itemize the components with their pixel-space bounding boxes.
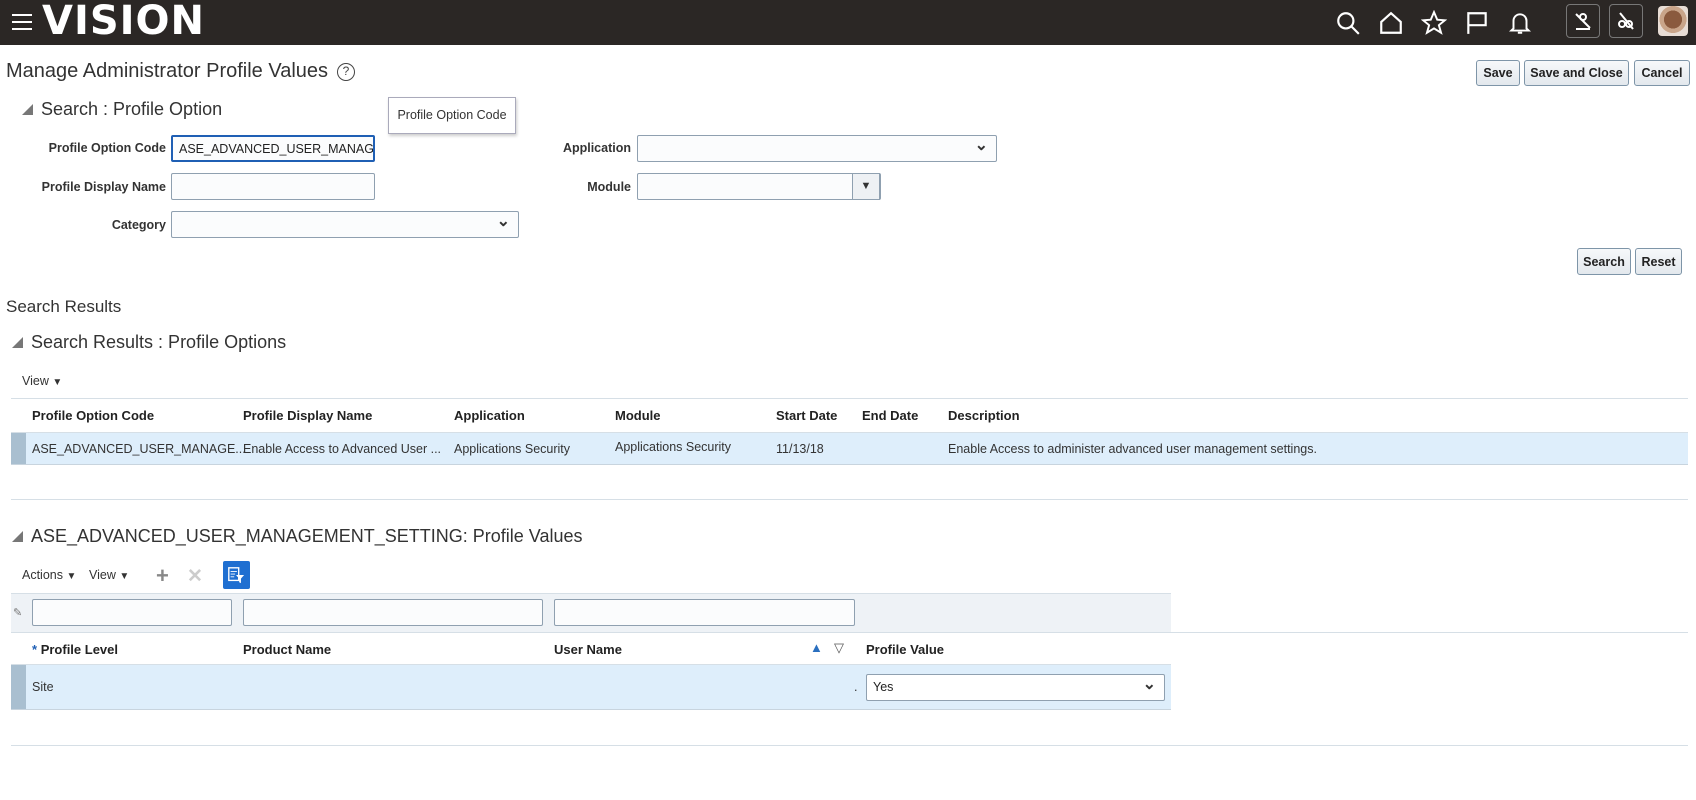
collapse-icon bbox=[12, 531, 23, 542]
module-label: Module bbox=[587, 180, 631, 194]
sort-ascending-icon[interactable]: ▲ bbox=[810, 640, 823, 655]
notifications-bell-icon[interactable] bbox=[1507, 10, 1533, 36]
col-product-name[interactable]: Product Name bbox=[243, 642, 331, 657]
row-selector[interactable] bbox=[11, 665, 26, 709]
search-button[interactable]: Search bbox=[1577, 248, 1631, 275]
top-bar: VISION bbox=[0, 0, 1696, 45]
divider bbox=[11, 499, 1688, 500]
cell-profile-level: Site bbox=[32, 680, 54, 694]
tooltip: Profile Option Code bbox=[388, 97, 516, 134]
table-row[interactable]: Site . Yes bbox=[11, 664, 1171, 710]
cell-start-date: 11/13/18 bbox=[776, 442, 824, 456]
sort-descending-icon[interactable]: ▽ bbox=[834, 640, 844, 656]
search-section-header[interactable]: Search : Profile Option bbox=[22, 99, 222, 120]
page-title: Manage Administrator Profile Values bbox=[6, 60, 329, 82]
required-mark: * bbox=[32, 642, 38, 657]
row-selector[interactable] bbox=[11, 433, 26, 464]
delete-icon[interactable]: ✕ bbox=[187, 565, 203, 588]
disconnect-button[interactable] bbox=[1609, 4, 1643, 38]
collapse-icon bbox=[12, 337, 23, 348]
save-and-close-button[interactable]: Save and Close bbox=[1524, 60, 1629, 86]
module-dropdown-icon[interactable]: ▼ bbox=[852, 173, 880, 200]
divider bbox=[11, 632, 1688, 633]
profile-level-filter[interactable] bbox=[32, 599, 232, 626]
menu-icon[interactable] bbox=[12, 14, 32, 30]
values-section-title: ASE_ADVANCED_USER_MANAGEMENT_SETTING: Pr… bbox=[31, 526, 583, 546]
watchlist-flag-icon[interactable] bbox=[1464, 10, 1490, 36]
col-profile-level[interactable]: * Profile Level bbox=[32, 642, 118, 657]
results-section-header[interactable]: Search Results : Profile Options bbox=[12, 332, 286, 353]
help-icon[interactable]: ? bbox=[337, 63, 355, 81]
profile-value: Yes bbox=[873, 680, 894, 694]
col-start-date[interactable]: Start Date bbox=[776, 408, 837, 423]
profile-option-code-label: Profile Option Code bbox=[48, 141, 166, 155]
logo: VISION bbox=[42, 0, 206, 44]
profile-option-code-input[interactable]: ASE_ADVANCED_USER_MANAGEM bbox=[171, 135, 375, 162]
col-profile-display-name[interactable]: Profile Display Name bbox=[243, 408, 372, 423]
col-module[interactable]: Module bbox=[615, 408, 661, 423]
profile-value-select[interactable]: Yes bbox=[866, 672, 1165, 701]
cell-user-name: . bbox=[854, 680, 858, 694]
collapse-icon bbox=[22, 104, 33, 115]
module-input[interactable] bbox=[637, 173, 881, 200]
filter-icon bbox=[228, 567, 245, 584]
cancel-button[interactable]: Cancel bbox=[1634, 60, 1690, 86]
col-application[interactable]: Application bbox=[454, 408, 525, 423]
actions-label: Actions bbox=[22, 568, 63, 582]
col-user-name[interactable]: User Name bbox=[554, 642, 622, 657]
application-label: Application bbox=[562, 141, 631, 155]
disconnect-icon bbox=[1618, 12, 1634, 30]
application-select[interactable] bbox=[637, 133, 997, 162]
divider bbox=[11, 398, 1688, 399]
view-label: View bbox=[22, 374, 49, 388]
results-section-title: Search Results : Profile Options bbox=[31, 332, 287, 352]
divider bbox=[11, 745, 1688, 746]
category-label: Category bbox=[111, 218, 166, 232]
col-profile-option-code[interactable]: Profile Option Code bbox=[32, 408, 154, 423]
home-icon[interactable] bbox=[1378, 10, 1404, 36]
cell-description: Enable Access to administer advanced use… bbox=[948, 442, 1317, 456]
col-description[interactable]: Description bbox=[948, 408, 1020, 423]
product-name-filter[interactable] bbox=[243, 599, 543, 626]
values-section-header[interactable]: ASE_ADVANCED_USER_MANAGEMENT_SETTING: Pr… bbox=[12, 526, 583, 547]
dropdown-arrow-icon: ▼ bbox=[66, 571, 77, 582]
profile-display-name-label: Profile Display Name bbox=[41, 180, 166, 194]
user-avatar[interactable] bbox=[1658, 6, 1688, 36]
col-end-date[interactable]: End Date bbox=[862, 408, 918, 423]
accessibility-icon bbox=[1575, 13, 1591, 30]
reset-button[interactable]: Reset bbox=[1635, 248, 1682, 275]
view-label: View bbox=[89, 568, 116, 582]
query-by-example-button[interactable] bbox=[223, 561, 250, 589]
search-results-heading: Search Results bbox=[6, 297, 122, 316]
search-section-title: Search : Profile Option bbox=[41, 99, 223, 119]
category-select[interactable] bbox=[171, 209, 519, 238]
user-name-filter[interactable] bbox=[554, 599, 855, 626]
cell-display-name: Enable Access to Advanced User ... bbox=[243, 442, 442, 456]
col-label: Profile Level bbox=[40, 642, 118, 657]
col-profile-value[interactable]: Profile Value bbox=[866, 642, 944, 657]
filter-row: ✎ bbox=[11, 593, 1171, 632]
view-menu[interactable]: View ▼ bbox=[22, 374, 62, 388]
search-icon[interactable] bbox=[1335, 10, 1361, 36]
actions-menu[interactable]: Actions ▼ bbox=[22, 568, 76, 582]
save-button[interactable]: Save bbox=[1476, 60, 1520, 86]
favorites-star-icon[interactable] bbox=[1421, 10, 1447, 36]
edit-icon: ✎ bbox=[13, 607, 23, 619]
cell-module: Applications Security bbox=[615, 440, 732, 454]
view-menu[interactable]: View ▼ bbox=[89, 568, 129, 582]
add-icon[interactable]: + bbox=[156, 563, 169, 589]
cell-application: Applications Security bbox=[454, 442, 571, 456]
table-row[interactable]: ASE_ADVANCED_USER_MANAGE... Enable Acces… bbox=[11, 432, 1688, 465]
cell-code: ASE_ADVANCED_USER_MANAGE... bbox=[32, 442, 246, 456]
dropdown-arrow-icon: ▼ bbox=[119, 571, 130, 582]
dropdown-arrow-icon: ▼ bbox=[52, 377, 63, 388]
accessibility-button[interactable] bbox=[1566, 4, 1600, 38]
profile-display-name-input[interactable] bbox=[171, 173, 375, 200]
